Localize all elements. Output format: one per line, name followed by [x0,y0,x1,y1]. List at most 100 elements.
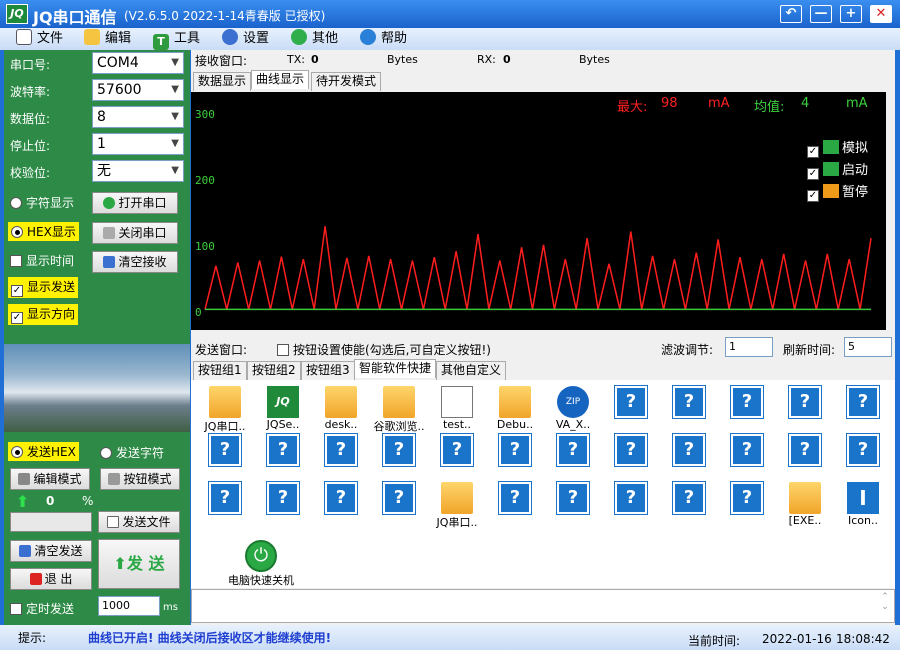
show-send-checkbox[interactable]: ✓ 显示发送 [8,277,79,298]
send-button[interactable]: ⬆发 送 [98,539,180,589]
send-char-radio[interactable]: 发送字符 [100,444,164,461]
shortcut-item[interactable]: ? [197,433,253,482]
menu-edit[interactable]: 编辑 [84,29,131,49]
shutdown-shortcut[interactable]: ⏻ 电脑快速关机 [221,540,301,588]
shortcut-item[interactable]: ? [371,433,427,482]
shortcut-item[interactable]: ? [719,433,775,482]
radio-icon [10,197,22,209]
enable-buttons-checkbox[interactable]: 按钮设置使能(勾选后,可自定义按钮!) [277,341,491,358]
close-x-icon [103,227,116,239]
radio-icon [11,226,23,238]
menu-label: 工具 [174,31,201,46]
shortcut-item[interactable]: ? [719,385,775,434]
unknown-icon: ? [846,385,880,419]
shortcut-item[interactable]: ? [835,385,891,434]
send-file-button[interactable]: 发送文件 [98,511,180,533]
databits-select[interactable]: 8 ▼ [92,106,184,128]
close-icon[interactable]: ✕ [870,5,892,23]
interval-input[interactable]: 1000 [98,596,160,616]
show-time-checkbox[interactable]: 显示时间 [10,252,74,269]
menu-help[interactable]: 帮助 [360,29,407,49]
power-icon: ⏻ [245,540,277,572]
baud-select[interactable]: 57600 ▼ [92,79,184,101]
shortcut-item[interactable]: ? [661,481,717,530]
button-mode-button[interactable]: 按钮模式 [100,468,180,490]
scrollbar[interactable]: ⌃ ⌄ [878,592,892,620]
parity-select[interactable]: 无 ▼ [92,160,184,182]
maximize-icon[interactable]: + [840,5,862,23]
send-hex-radio[interactable]: 发送HEX [8,442,79,461]
shortcut-item[interactable]: ? [661,433,717,482]
tab-data-display[interactable]: 数据显示 [193,72,252,91]
menu-other[interactable]: 其他 [291,29,338,49]
exit-button[interactable]: 退 出 [10,568,92,590]
shortcut-item[interactable]: JQ JQSe.. [255,386,311,434]
max-value: 98 [661,96,678,111]
max-label: 最大: [617,100,648,115]
play-icon [823,162,839,176]
shortcut-item[interactable]: ? [835,433,891,482]
menu-label: 其他 [312,31,339,46]
shortcut-item[interactable]: ? [777,385,833,434]
shortcut-item[interactable]: ? [197,481,253,530]
port-select[interactable]: COM4 ▼ [92,52,184,74]
shortcut-item[interactable]: JQ串口.. [197,386,253,434]
button-label: 打开串口 [118,196,167,210]
shortcut-item[interactable]: test.. [429,386,485,434]
send-text-area[interactable]: ⌃ ⌄ [191,589,895,623]
refresh-input[interactable]: 5 [844,337,892,357]
shortcut-item[interactable]: ? [719,481,775,530]
shortcut-item[interactable]: ? [313,433,369,482]
shortcut-item[interactable]: ? [255,433,311,482]
shortcut-item[interactable]: ? [545,433,601,482]
tab-button-group-2[interactable]: 按钮组2 [247,361,301,380]
shortcut-item[interactable]: ? [429,433,485,482]
stopbits-select[interactable]: 1 ▼ [92,133,184,155]
y-tick-label: 300 [195,108,215,121]
hex-display-radio[interactable]: HEX显示 [8,222,79,241]
shortcut-item[interactable]: I Icon.. [835,482,891,530]
clear-send-button[interactable]: 清空发送 [10,540,92,562]
shortcut-item[interactable]: ? [255,481,311,530]
shortcut-item[interactable]: ? [603,385,659,434]
shortcut-item[interactable]: ? [603,481,659,530]
char-display-radio[interactable]: 字符显示 [10,194,74,211]
tab-curve-display[interactable]: 曲线显示 [251,70,310,89]
shortcut-item[interactable]: ? [313,481,369,530]
tab-button-group-3[interactable]: 按钮组3 [301,361,355,380]
unknown-icon: ? [846,433,880,467]
shortcut-item[interactable]: ? [777,433,833,482]
show-direction-checkbox[interactable]: ✓ 显示方向 [8,304,79,325]
shortcut-item[interactable]: desk.. [313,386,369,434]
timed-send-checkbox[interactable]: 定时发送 [10,600,74,617]
shortcut-item[interactable]: JQ串口.. [429,482,485,530]
tab-smart-shortcuts[interactable]: 智能软件快捷 [354,359,437,378]
menu-file[interactable]: 文件 [16,29,63,49]
shortcut-item[interactable]: ? [487,481,543,530]
back-icon[interactable]: ↶ [780,5,802,23]
shortcut-item[interactable]: ? [371,481,427,530]
edit-mode-button[interactable]: 编辑模式 [10,468,90,490]
minimize-icon[interactable]: — [810,5,832,23]
shortcut-item[interactable]: ? [661,385,717,434]
legend-pause[interactable]: ✓ 暂停 [807,181,868,202]
shortcut-item[interactable]: ZIP VA_X.. [545,386,601,434]
close-port-button[interactable]: 关闭串口 [92,222,178,244]
shortcut-item[interactable]: [EXE.. [777,482,833,530]
shortcut-item[interactable]: ? [545,481,601,530]
tab-pending-mode[interactable]: 待开发模式 [311,72,382,91]
filter-input[interactable]: 1 [725,337,773,357]
legend-start[interactable]: ✓ 启动 [807,159,868,180]
menu-settings[interactable]: 设置 [222,29,269,49]
shortcut-item[interactable]: ? [603,433,659,482]
shortcut-item[interactable]: 谷歌浏览.. [371,386,427,434]
menu-tools[interactable]: T 工具 [153,29,201,50]
clear-receive-button[interactable]: 清空接收 [92,251,178,273]
tab-custom[interactable]: 其他自定义 [436,361,507,380]
shortcut-item[interactable]: Debu.. [487,386,543,434]
shortcut-item[interactable]: ? [487,433,543,482]
open-port-button[interactable]: 打开串口 [92,192,178,214]
tab-button-group-1[interactable]: 按钮组1 [193,361,247,380]
legend-simulate[interactable]: ✓ 模拟 [807,137,868,158]
unknown-icon: ? [208,481,242,515]
